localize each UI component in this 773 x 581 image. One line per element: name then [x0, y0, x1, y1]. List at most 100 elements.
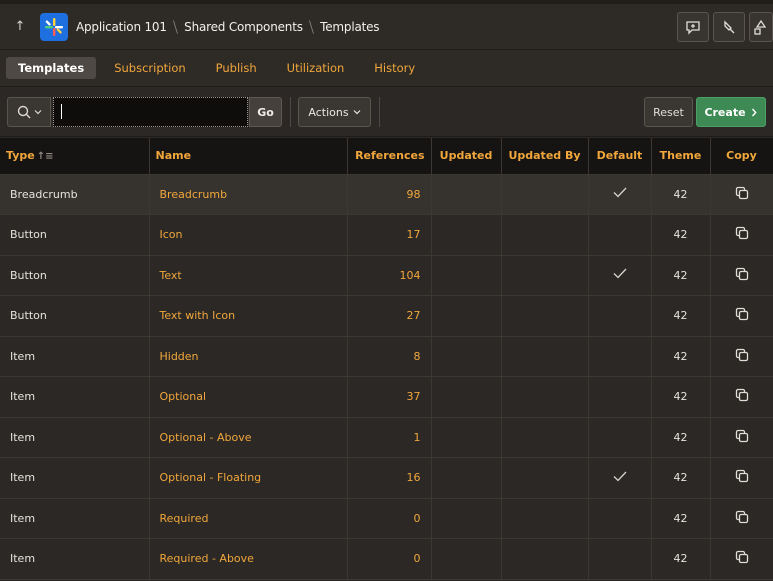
copy-button[interactable]: [710, 295, 773, 337]
breadcrumb-separator: \: [172, 17, 179, 36]
copy-icon: [735, 510, 748, 523]
template-name-link[interactable]: Optional - Floating: [149, 457, 348, 499]
tab-publish[interactable]: Publish: [204, 57, 269, 79]
cell-type: Button: [0, 255, 150, 296]
create-button[interactable]: Create: [696, 97, 766, 127]
table-body: Breadcrumb Breadcrumb 98 42 Button Icon 17 42 Bu…: [0, 174, 773, 580]
cell-updated: [431, 457, 502, 499]
column-header-theme[interactable]: Theme: [651, 138, 711, 175]
cell-theme: 42: [651, 457, 711, 499]
cell-updated: [431, 214, 502, 256]
cell-default: [588, 295, 652, 337]
cell-updated-by: [501, 457, 589, 499]
reset-button[interactable]: Reset: [644, 97, 693, 127]
chevron-down-icon: [34, 110, 41, 115]
cell-type: Button: [0, 214, 150, 256]
cell-default: [588, 336, 652, 377]
cell-theme: 42: [651, 255, 711, 296]
actions-button[interactable]: Actions: [298, 97, 371, 127]
column-header-references[interactable]: References: [347, 138, 432, 175]
breadcrumb-shared-components[interactable]: Shared Components: [184, 20, 303, 34]
cell-updated: [431, 538, 502, 580]
table-row: Item Required - Above 0 42: [0, 538, 773, 580]
search-column-selector[interactable]: [7, 97, 51, 127]
app-header: ↑ Application 101 \ Shared Components \ …: [0, 0, 773, 50]
copy-button[interactable]: [710, 214, 773, 256]
references-link[interactable]: 1: [347, 417, 432, 458]
copy-button[interactable]: [710, 376, 773, 418]
template-name-link[interactable]: Hidden: [149, 336, 348, 377]
breadcrumb-application[interactable]: Application 101: [76, 20, 167, 34]
cell-theme: 42: [651, 295, 711, 337]
cell-default: [588, 174, 652, 215]
tab-bar: Templates Subscription Publish Utilizati…: [0, 50, 773, 87]
copy-button[interactable]: [710, 498, 773, 539]
copy-icon: [735, 308, 748, 321]
bookmark-icon[interactable]: [713, 12, 745, 42]
column-header-updated[interactable]: Updated: [431, 138, 502, 175]
column-header-updated-by[interactable]: Updated By: [501, 138, 589, 175]
references-link[interactable]: 8: [347, 336, 432, 377]
up-arrow-icon[interactable]: ↑: [0, 4, 40, 50]
column-header-type[interactable]: Type ↑≡: [0, 138, 150, 175]
app-logo-icon[interactable]: [40, 12, 68, 41]
references-link[interactable]: 98: [347, 174, 432, 215]
cell-updated: [431, 417, 502, 458]
column-header-default[interactable]: Default: [588, 138, 652, 175]
tab-history[interactable]: History: [362, 57, 427, 79]
cell-theme: 42: [651, 174, 711, 215]
cell-updated: [431, 295, 502, 337]
table-row: Item Optional - Above 1 42: [0, 417, 773, 458]
references-link[interactable]: 104: [347, 255, 432, 296]
references-link[interactable]: 0: [347, 538, 432, 580]
copy-button[interactable]: [710, 336, 773, 377]
asterisk-icon: [45, 17, 63, 36]
table-row: Item Optional - Floating 16 42: [0, 457, 773, 499]
references-link[interactable]: 17: [347, 214, 432, 256]
tab-subscription[interactable]: Subscription: [102, 57, 197, 79]
checkmark-icon: [613, 471, 626, 482]
shapes-icon[interactable]: [749, 12, 773, 42]
go-button[interactable]: Go: [249, 97, 282, 127]
column-header-copy[interactable]: Copy: [710, 138, 773, 175]
references-link[interactable]: 37: [347, 376, 432, 418]
cell-type: Item: [0, 457, 150, 499]
feedback-icon[interactable]: [677, 12, 709, 42]
references-link[interactable]: 0: [347, 498, 432, 539]
toolbar-divider: [379, 97, 380, 127]
cell-type: Item: [0, 336, 150, 377]
copy-button[interactable]: [710, 417, 773, 458]
cell-theme: 42: [651, 538, 711, 580]
copy-icon: [735, 267, 748, 280]
templates-report: Type ↑≡ Name References Updated Updated B…: [0, 138, 773, 580]
template-name-link[interactable]: Required - Above: [149, 538, 348, 580]
copy-icon: [735, 227, 748, 240]
template-name-link[interactable]: Required: [149, 498, 348, 539]
template-name-link[interactable]: Icon: [149, 214, 348, 256]
copy-icon: [735, 186, 748, 199]
cell-type: Item: [0, 498, 150, 539]
copy-icon: [735, 551, 748, 564]
copy-button[interactable]: [710, 255, 773, 296]
template-name-link[interactable]: Breadcrumb: [149, 174, 348, 215]
copy-button[interactable]: [710, 538, 773, 580]
copy-button[interactable]: [710, 457, 773, 499]
header-icon-group: [677, 12, 773, 42]
table-row: Item Optional 37 42: [0, 376, 773, 418]
copy-button[interactable]: [710, 174, 773, 215]
cell-updated-by: [501, 417, 589, 458]
references-link[interactable]: 16: [347, 457, 432, 499]
template-name-link[interactable]: Optional: [149, 376, 348, 418]
search-input[interactable]: [53, 97, 248, 127]
template-name-link[interactable]: Text: [149, 255, 348, 296]
template-name-link[interactable]: Text with Icon: [149, 295, 348, 337]
copy-icon: [735, 429, 748, 442]
column-header-name[interactable]: Name: [149, 138, 348, 175]
tab-utilization[interactable]: Utilization: [275, 57, 357, 79]
references-link[interactable]: 27: [347, 295, 432, 337]
cell-default: [588, 214, 652, 256]
template-name-link[interactable]: Optional - Above: [149, 417, 348, 458]
report-toolbar: Go Actions Reset Create: [0, 88, 773, 137]
tab-templates[interactable]: Templates: [6, 57, 97, 79]
table-row: Item Hidden 8 42: [0, 336, 773, 377]
